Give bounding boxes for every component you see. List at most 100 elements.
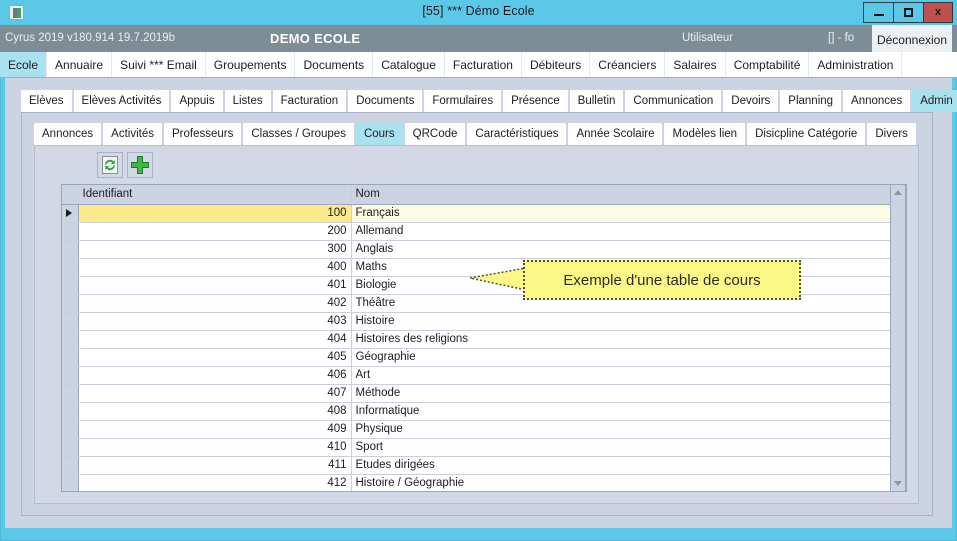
tab-caract-ristiques[interactable]: Caractéristiques (467, 123, 567, 145)
tab-facturation[interactable]: Facturation (272, 90, 347, 112)
tab-pr-sence[interactable]: Présence (503, 90, 568, 112)
menu-item-annuaire[interactable]: Annuaire (47, 52, 113, 77)
cell-identifiant[interactable]: 412 (78, 474, 352, 491)
cell-identifiant[interactable]: 402 (78, 294, 352, 313)
cell-identifiant[interactable]: 300 (78, 240, 352, 259)
row-selector-cell[interactable] (62, 456, 79, 475)
table-row[interactable]: 410 Sport (62, 438, 892, 457)
cell-identifiant[interactable]: 401 (78, 276, 352, 295)
row-selector-cell[interactable] (62, 366, 79, 385)
menu-item-d-biteurs[interactable]: Débiteurs (521, 52, 591, 77)
cell-identifiant[interactable]: 405 (78, 348, 352, 367)
tab-annonces[interactable]: Annonces (34, 123, 102, 145)
tab-divers[interactable]: Divers (867, 123, 916, 145)
cell-identifiant[interactable]: 404 (78, 330, 352, 349)
close-button[interactable]: x (923, 2, 953, 23)
row-selector-cell[interactable] (62, 384, 79, 403)
tab-activit-s[interactable]: Activités (103, 123, 162, 145)
tab-el-ves-activit-s[interactable]: Elèves Activités (73, 90, 170, 112)
tab-communication[interactable]: Communication (625, 90, 722, 112)
menu-item-facturation[interactable]: Facturation (444, 52, 522, 77)
tab-mod-les-lien[interactable]: Modèles lien (664, 123, 746, 145)
cell-identifiant[interactable]: 200 (78, 222, 352, 241)
menu-item-administration[interactable]: Administration (809, 52, 903, 77)
row-selector-cell[interactable] (62, 204, 79, 223)
row-selector-cell[interactable] (62, 348, 79, 367)
table-row[interactable]: 404 Histoires des religions (62, 330, 892, 349)
cell-nom[interactable]: Histoire / Géographie (351, 474, 892, 491)
cell-nom[interactable]: Histoire (351, 312, 892, 331)
row-selector-cell[interactable] (62, 474, 79, 491)
tab-appuis[interactable]: Appuis (171, 90, 223, 112)
tab-bulletin[interactable]: Bulletin (569, 90, 624, 112)
table-row[interactable]: 405 Géographie (62, 348, 892, 367)
column-header-identifiant[interactable]: Identifiant (78, 185, 352, 205)
tab-annonces[interactable]: Annonces (843, 90, 911, 112)
cell-nom[interactable]: Anglais (351, 240, 892, 259)
row-selector-cell[interactable] (62, 222, 79, 241)
menu-item-ecole[interactable]: Ecole (0, 52, 48, 77)
tab-formulaires[interactable]: Formulaires (424, 90, 502, 112)
cell-nom[interactable]: Physique (351, 420, 892, 439)
row-selector-cell[interactable] (62, 402, 79, 421)
cell-identifiant[interactable]: 407 (78, 384, 352, 403)
courses-grid[interactable]: Identifiant Nom 100 Français 200 Allemand 30… (61, 184, 907, 492)
tab-disicpline-cat-gorie[interactable]: Disicpline Catégorie (747, 123, 866, 145)
table-row[interactable]: 409 Physique (62, 420, 892, 439)
tab-professeurs[interactable]: Professeurs (163, 123, 242, 145)
cell-identifiant[interactable]: 410 (78, 438, 352, 457)
table-row[interactable]: 411 Etudes dirigées (62, 456, 892, 475)
scroll-down-icon[interactable] (894, 481, 902, 486)
cell-nom[interactable]: Sport (351, 438, 892, 457)
table-row[interactable]: 200 Allemand (62, 222, 892, 241)
tab-documents[interactable]: Documents (348, 90, 423, 112)
cell-identifiant[interactable]: 403 (78, 312, 352, 331)
menu-item-groupements[interactable]: Groupements (205, 52, 296, 77)
scroll-up-icon[interactable] (894, 190, 902, 195)
table-row[interactable]: 412 Histoire / Géographie (62, 474, 892, 491)
cell-nom[interactable]: Histoires des religions (351, 330, 892, 349)
cell-nom[interactable]: Etudes dirigées (351, 456, 892, 475)
logout-button[interactable]: Déconnexion (872, 25, 952, 55)
menu-item-comptabilit[interactable]: Comptabilité (725, 52, 810, 77)
tab-ann-e-scolaire[interactable]: Année Scolaire (568, 123, 663, 145)
table-row[interactable]: 403 Histoire (62, 312, 892, 331)
cell-identifiant[interactable]: 406 (78, 366, 352, 385)
row-selector-cell[interactable] (62, 258, 79, 277)
tab-qrcode[interactable]: QRCode (404, 123, 466, 145)
tab-planning[interactable]: Planning (780, 90, 842, 112)
row-selector-cell[interactable] (62, 240, 79, 259)
row-selector-cell[interactable] (62, 420, 79, 439)
row-selector-cell[interactable] (62, 438, 79, 457)
cell-identifiant[interactable]: 400 (78, 258, 352, 277)
cell-nom[interactable]: Informatique (351, 402, 892, 421)
maximize-button[interactable] (893, 2, 923, 23)
cell-identifiant[interactable]: 411 (78, 456, 352, 475)
cell-identifiant[interactable]: 409 (78, 420, 352, 439)
row-selector-cell[interactable] (62, 312, 79, 331)
menu-item-suivi-email[interactable]: Suivi *** Email (112, 52, 206, 77)
minimize-button[interactable] (863, 2, 893, 23)
tab-listes[interactable]: Listes (224, 90, 271, 112)
menu-item-documents[interactable]: Documents (295, 52, 374, 77)
cell-nom[interactable]: Allemand (351, 222, 892, 241)
cell-nom[interactable]: Art (351, 366, 892, 385)
table-row[interactable]: 100 Français (62, 204, 892, 223)
tab-classes-groupes[interactable]: Classes / Groupes (243, 123, 354, 145)
cell-nom[interactable]: Géographie (351, 348, 892, 367)
row-selector-cell[interactable] (62, 294, 79, 313)
tab-admin[interactable]: Admin (912, 90, 957, 112)
row-selector-cell[interactable] (62, 276, 79, 295)
menu-item-catalogue[interactable]: Catalogue (373, 52, 445, 77)
add-button[interactable] (127, 152, 153, 178)
table-row[interactable]: 300 Anglais (62, 240, 892, 259)
column-header-nom[interactable]: Nom (351, 185, 892, 205)
table-row[interactable]: 408 Informatique (62, 402, 892, 421)
cell-identifiant[interactable]: 408 (78, 402, 352, 421)
row-selector-cell[interactable] (62, 330, 79, 349)
cell-nom[interactable]: Méthode (351, 384, 892, 403)
tab-cours[interactable]: Cours (355, 123, 403, 145)
tab-devoirs[interactable]: Devoirs (723, 90, 779, 112)
cell-identifiant[interactable]: 100 (78, 204, 352, 223)
menu-item-salaires[interactable]: Salaires (665, 52, 726, 77)
